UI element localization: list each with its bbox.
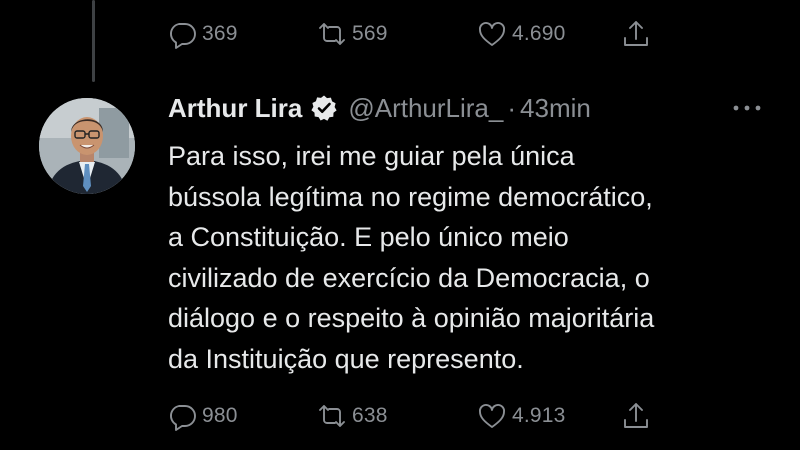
- retweet-arrows-icon: [319, 23, 345, 45]
- comment-bubble-icon: [170, 23, 196, 49]
- prev-like-button[interactable]: 4.690: [476, 18, 620, 50]
- retweet-arrows-icon: [319, 405, 345, 427]
- comment-bubble-icon: [170, 405, 196, 431]
- avatar[interactable]: [39, 98, 135, 194]
- prev-retweet-count: 569: [352, 22, 388, 45]
- tweet-action-bar: 980 638 4.913: [166, 396, 660, 436]
- tweet-text-line: diálogo e o respeito à opinião majoritár…: [168, 303, 655, 333]
- author-handle[interactable]: @ArthurLira_: [348, 93, 503, 124]
- share-button[interactable]: [620, 400, 660, 432]
- share-upload-icon: [624, 21, 648, 46]
- prev-retweet-button[interactable]: 569: [316, 18, 476, 50]
- prev-share-button[interactable]: [620, 18, 660, 50]
- like-button[interactable]: 4.913: [476, 400, 620, 432]
- share-upload-icon: [624, 403, 648, 428]
- prev-tweet-action-bar: 369 569 4.690: [166, 14, 660, 54]
- retweet-count: 638: [352, 404, 388, 427]
- prev-like-count: 4.690: [512, 22, 566, 45]
- tweet-timestamp[interactable]: 43min: [520, 93, 591, 124]
- verified-badge-icon: [310, 94, 338, 122]
- more-dots-icon: [733, 105, 761, 111]
- prev-reply-button[interactable]: 369: [166, 18, 316, 50]
- avatar-photo: [39, 98, 135, 194]
- prev-reply-count: 369: [202, 22, 238, 45]
- more-options-button[interactable]: [730, 96, 764, 120]
- retweet-button[interactable]: 638: [316, 400, 476, 432]
- tweet-text-line: a Constituição. E pelo único meio: [168, 222, 569, 252]
- author-display-name[interactable]: Arthur Lira: [168, 93, 302, 124]
- reply-button[interactable]: 980: [166, 400, 316, 432]
- reply-count: 980: [202, 404, 238, 427]
- tweet-header: Arthur Lira @ArthurLira_ · 43min: [168, 88, 591, 128]
- tweet-text-line: da Instituição que represento.: [168, 343, 524, 374]
- like-count: 4.913: [512, 404, 566, 427]
- thread-connector-line: [92, 0, 95, 82]
- heart-icon: [479, 22, 505, 46]
- tweet-text-line: civilizado de exercício da Democracia, o: [168, 262, 650, 293]
- header-separator: ·: [507, 92, 517, 123]
- heart-icon: [479, 404, 505, 428]
- tweet-text: Para isso, irei me guiar pela única búss…: [168, 136, 788, 379]
- tweet-text-line: bússola legítima no regime democrático,: [168, 181, 653, 212]
- tweet-text-line: Para isso, irei me guiar pela única: [168, 141, 575, 171]
